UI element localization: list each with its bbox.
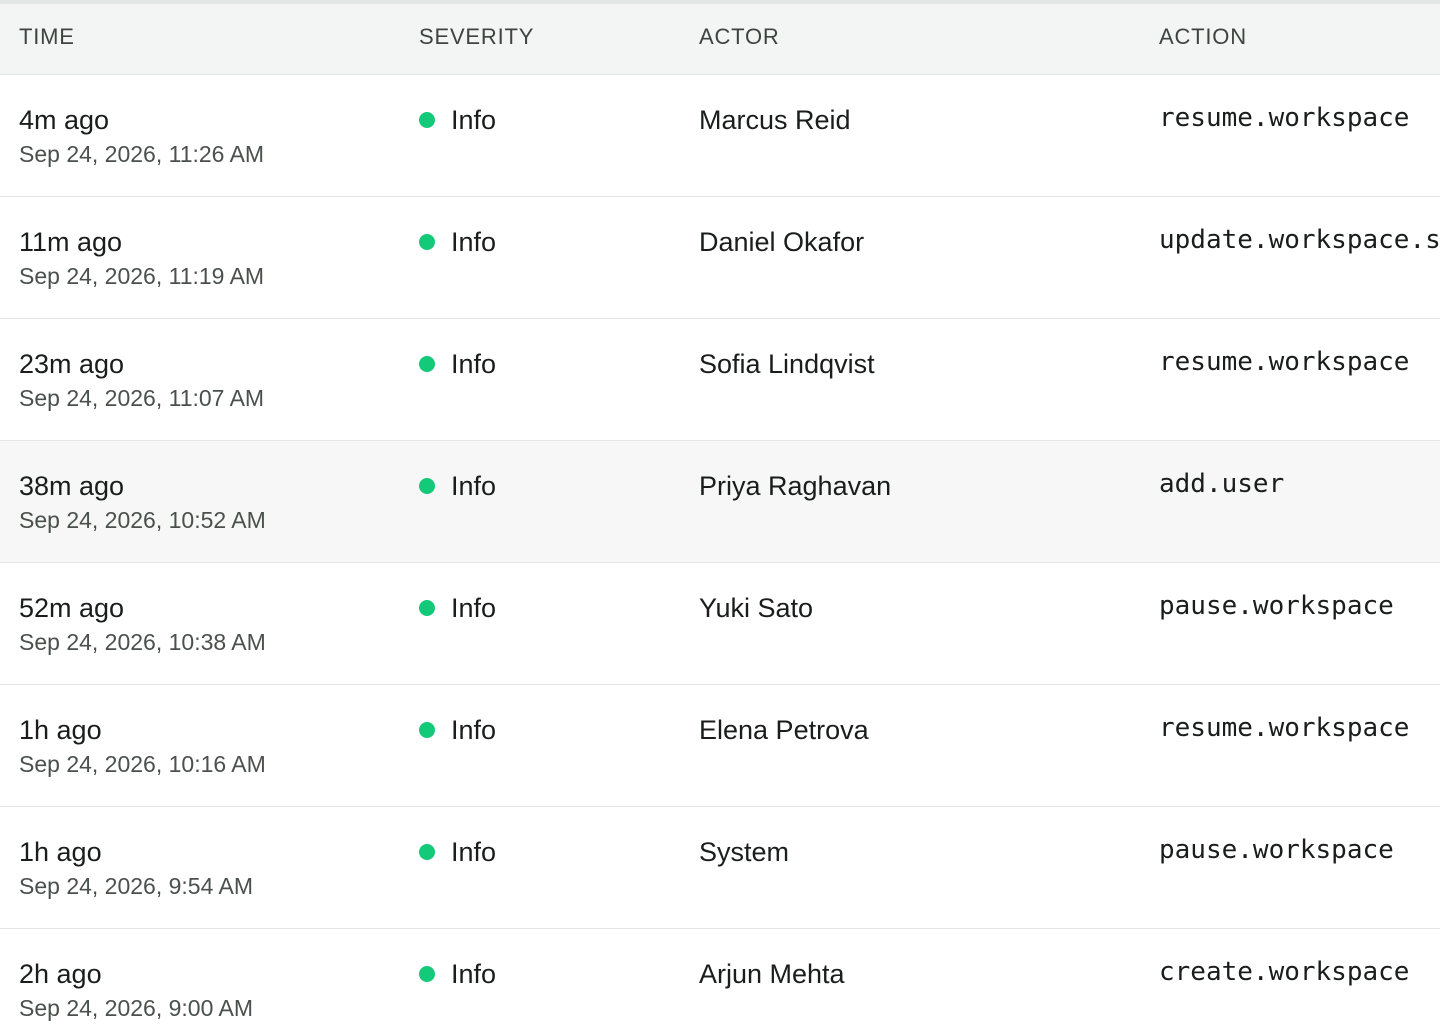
- severity-label: Info: [451, 836, 497, 867]
- time-cell: 4m ago Sep 24, 2026, 11:26 AM: [19, 103, 264, 169]
- actor-name: Daniel Okafor: [699, 227, 865, 257]
- time-cell: 11m ago Sep 24, 2026, 11:19 AM: [19, 225, 264, 291]
- action-code: create.workspace: [1159, 957, 1410, 987]
- time-cell: 52m ago Sep 24, 2026, 10:38 AM: [19, 591, 266, 657]
- action-code: resume.workspace: [1159, 347, 1410, 377]
- time-cell: 23m ago Sep 24, 2026, 11:07 AM: [19, 347, 264, 413]
- time-cell: 1h ago Sep 24, 2026, 9:54 AM: [19, 835, 253, 901]
- timestamp: Sep 24, 2026, 10:38 AM: [19, 629, 266, 655]
- status-dot-icon: [419, 600, 435, 616]
- column-header-severity[interactable]: SEVERITY: [419, 24, 534, 50]
- severity-cell: Info: [419, 957, 496, 991]
- severity-label: Info: [451, 958, 497, 989]
- action-code: resume.workspace: [1159, 103, 1410, 133]
- table-row[interactable]: 1h ago Sep 24, 2026, 10:16 AM Info Elena…: [0, 685, 1440, 807]
- severity-cell: Info: [419, 835, 496, 869]
- actor-name: Sofia Lindqvist: [699, 349, 875, 379]
- timestamp: Sep 24, 2026, 9:00 AM: [19, 995, 254, 1021]
- relative-time: 52m ago: [19, 593, 125, 623]
- actor-name: Marcus Reid: [699, 105, 851, 135]
- table-row[interactable]: 1h ago Sep 24, 2026, 9:54 AM Info System…: [0, 807, 1440, 929]
- table-row[interactable]: 2h ago Sep 24, 2026, 9:00 AM Info Arjun …: [0, 929, 1440, 1030]
- severity-cell: Info: [419, 591, 496, 625]
- table-row[interactable]: 38m ago Sep 24, 2026, 10:52 AM Info Priy…: [0, 441, 1440, 563]
- severity-cell: Info: [419, 713, 496, 747]
- actor-name: Arjun Mehta: [699, 959, 845, 989]
- status-dot-icon: [419, 234, 435, 250]
- table-row[interactable]: 4m ago Sep 24, 2026, 11:26 AM Info Marcu…: [0, 75, 1440, 197]
- table-row[interactable]: 23m ago Sep 24, 2026, 11:07 AM Info Sofi…: [0, 319, 1440, 441]
- severity-label: Info: [451, 592, 497, 623]
- relative-time: 1h ago: [19, 837, 102, 867]
- timestamp: Sep 24, 2026, 11:07 AM: [19, 385, 265, 411]
- column-header-actor[interactable]: ACTOR: [699, 24, 780, 50]
- timestamp: Sep 24, 2026, 10:52 AM: [19, 507, 266, 533]
- action-code: pause.workspace: [1159, 591, 1394, 621]
- audit-log-page: TIME SEVERITY ACTOR ACTION 4m ago Sep 24…: [0, 0, 1440, 1030]
- status-dot-icon: [419, 966, 435, 982]
- relative-time: 4m ago: [19, 105, 110, 135]
- actor-name: System: [699, 837, 790, 867]
- action-code: resume.workspace: [1159, 713, 1410, 743]
- timestamp: Sep 24, 2026, 10:16 AM: [19, 751, 266, 777]
- time-cell: 38m ago Sep 24, 2026, 10:52 AM: [19, 469, 266, 535]
- severity-cell: Info: [419, 347, 496, 381]
- actor-name: Yuki Sato: [699, 593, 814, 623]
- status-dot-icon: [419, 356, 435, 372]
- severity-label: Info: [451, 104, 497, 135]
- timestamp: Sep 24, 2026, 11:26 AM: [19, 141, 265, 167]
- relative-time: 38m ago: [19, 471, 125, 501]
- status-dot-icon: [419, 112, 435, 128]
- action-code: pause.workspace: [1159, 835, 1394, 865]
- audit-log-table: TIME SEVERITY ACTOR ACTION 4m ago Sep 24…: [0, 4, 1440, 1030]
- severity-label: Info: [451, 226, 497, 257]
- relative-time: 11m ago: [19, 227, 123, 257]
- table-row[interactable]: 11m ago Sep 24, 2026, 11:19 AM Info Dani…: [0, 197, 1440, 319]
- severity-label: Info: [451, 714, 497, 745]
- severity-cell: Info: [419, 225, 496, 259]
- timestamp: Sep 24, 2026, 11:19 AM: [19, 263, 265, 289]
- status-dot-icon: [419, 478, 435, 494]
- actor-name: Elena Petrova: [699, 715, 869, 745]
- relative-time: 1h ago: [19, 715, 102, 745]
- column-header-time[interactable]: TIME: [19, 24, 75, 50]
- time-cell: 2h ago Sep 24, 2026, 9:00 AM: [19, 957, 253, 1023]
- action-code: add.user: [1159, 469, 1285, 499]
- actor-name: Priya Raghavan: [699, 471, 892, 501]
- status-dot-icon: [419, 722, 435, 738]
- relative-time: 2h ago: [19, 959, 102, 989]
- timestamp: Sep 24, 2026, 9:54 AM: [19, 873, 254, 899]
- column-header-action[interactable]: ACTION: [1159, 24, 1247, 50]
- status-dot-icon: [419, 844, 435, 860]
- severity-cell: Info: [419, 103, 496, 137]
- table-row[interactable]: 52m ago Sep 24, 2026, 10:38 AM Info Yuki…: [0, 563, 1440, 685]
- severity-cell: Info: [419, 469, 496, 503]
- severity-label: Info: [451, 470, 497, 501]
- relative-time: 23m ago: [19, 349, 125, 379]
- table-header: TIME SEVERITY ACTOR ACTION: [0, 4, 1440, 75]
- time-cell: 1h ago Sep 24, 2026, 10:16 AM: [19, 713, 266, 779]
- action-code: update.workspace.settings: [1159, 225, 1440, 255]
- severity-label: Info: [451, 348, 497, 379]
